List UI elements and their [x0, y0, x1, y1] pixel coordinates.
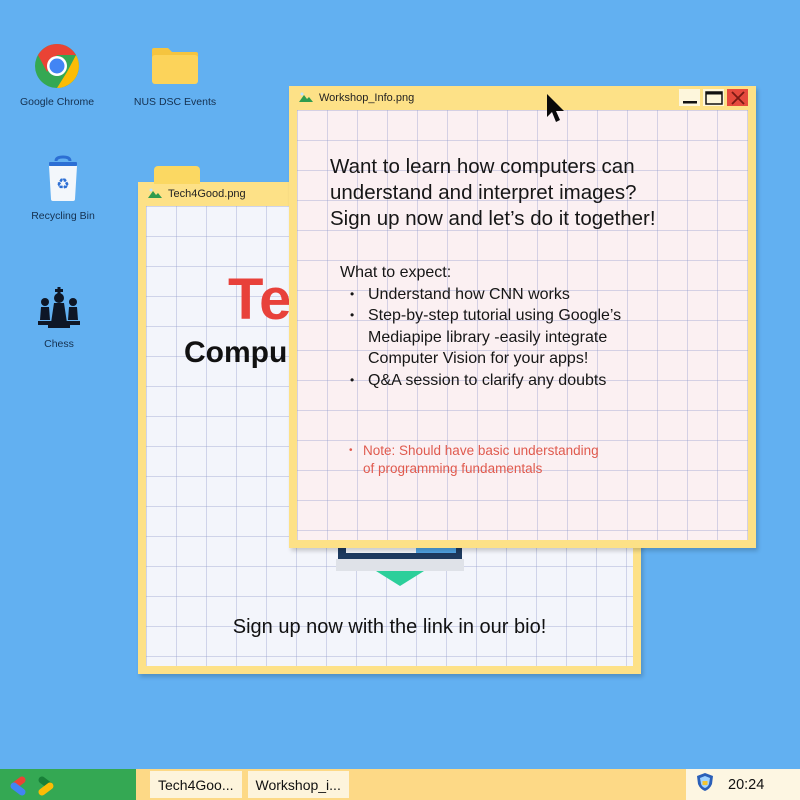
chess-icon	[4, 282, 114, 334]
note-line: of programming fundamentals	[363, 461, 543, 476]
taskbar: Tech4Goo... Workshop_i... 20:24	[0, 769, 800, 800]
minimize-icon	[682, 100, 697, 103]
security-shield-icon[interactable]	[696, 772, 714, 797]
chrome-icon	[2, 40, 112, 92]
taskbar-item-tech4good[interactable]: Tech4Goo...	[150, 771, 242, 798]
headline-line: understand and interpret images?	[330, 181, 637, 204]
note-bullet: •	[349, 445, 353, 456]
expect-title: What to expect:	[340, 264, 452, 281]
desktop-icon-label: Recycling Bin	[31, 210, 95, 222]
workshop-info-window[interactable]: Workshop_Info.png Want to learn how comp…	[289, 86, 756, 548]
clock: 20:24	[728, 776, 765, 793]
workshop-headline: Want to learn how computers can understa…	[330, 154, 656, 232]
maximize-icon	[704, 90, 723, 105]
image-file-icon	[148, 188, 162, 201]
headline-line: Want to learn how computers can	[330, 155, 635, 178]
desktop-icon-recycling-bin[interactable]: ♻ Recycling Bin	[8, 154, 118, 222]
headline-line: Sign up now and let’s do it together!	[330, 207, 656, 230]
prerequisite-note: • Note: Should have basic understanding …	[349, 442, 599, 478]
start-button[interactable]	[0, 769, 136, 800]
close-button[interactable]	[727, 89, 748, 106]
desktop-icon-label: NUS DSC Events	[133, 96, 217, 108]
desktop-icon-label: Chess	[44, 338, 74, 350]
expect-bullet: Q&A session to clarify any doubts	[350, 370, 670, 392]
note-line: Note: Should have basic understanding	[363, 443, 599, 458]
expect-bullet: Step-by-step tutorial using Google’s Med…	[350, 305, 670, 370]
image-file-icon	[299, 92, 313, 105]
close-icon	[730, 90, 745, 105]
folder-icon	[120, 40, 230, 92]
folder-tab-icon	[154, 166, 200, 184]
window-title: Tech4Good.png	[168, 188, 246, 200]
laptop-illustration-icon	[336, 541, 464, 602]
desktop-icon-nus-dsc-events[interactable]: NUS DSC Events	[120, 40, 230, 108]
poster-title-fragment: Te	[228, 267, 292, 332]
expect-bullet: Understand how CNN works	[350, 284, 670, 306]
system-tray: 20:24	[686, 769, 800, 800]
svg-text:♻: ♻	[56, 176, 69, 193]
window-controls	[679, 89, 748, 106]
workshop-image: Want to learn how computers can understa…	[297, 110, 748, 540]
taskbar-item-workshop[interactable]: Workshop_i...	[247, 771, 349, 798]
window-title: Workshop_Info.png	[319, 92, 415, 104]
poster-subtitle-fragment: Compu	[184, 336, 288, 369]
gdsc-logo-icon	[10, 776, 54, 795]
minimize-button[interactable]	[679, 89, 700, 106]
recycle-bin-icon: ♻	[8, 154, 118, 206]
what-to-expect-section: What to expect: Understand how CNN works…	[340, 262, 670, 391]
desktop-icon-google-chrome[interactable]: Google Chrome	[2, 40, 112, 108]
mouse-cursor-icon	[546, 93, 566, 130]
maximize-button[interactable]	[703, 89, 724, 106]
desktop-icon-chess[interactable]: Chess	[4, 282, 114, 350]
desktop-icon-label: Google Chrome	[19, 96, 95, 108]
signup-footer-text: Sign up now with the link in our bio!	[232, 616, 547, 638]
expect-list: Understand how CNN works Step-by-step tu…	[350, 284, 670, 392]
